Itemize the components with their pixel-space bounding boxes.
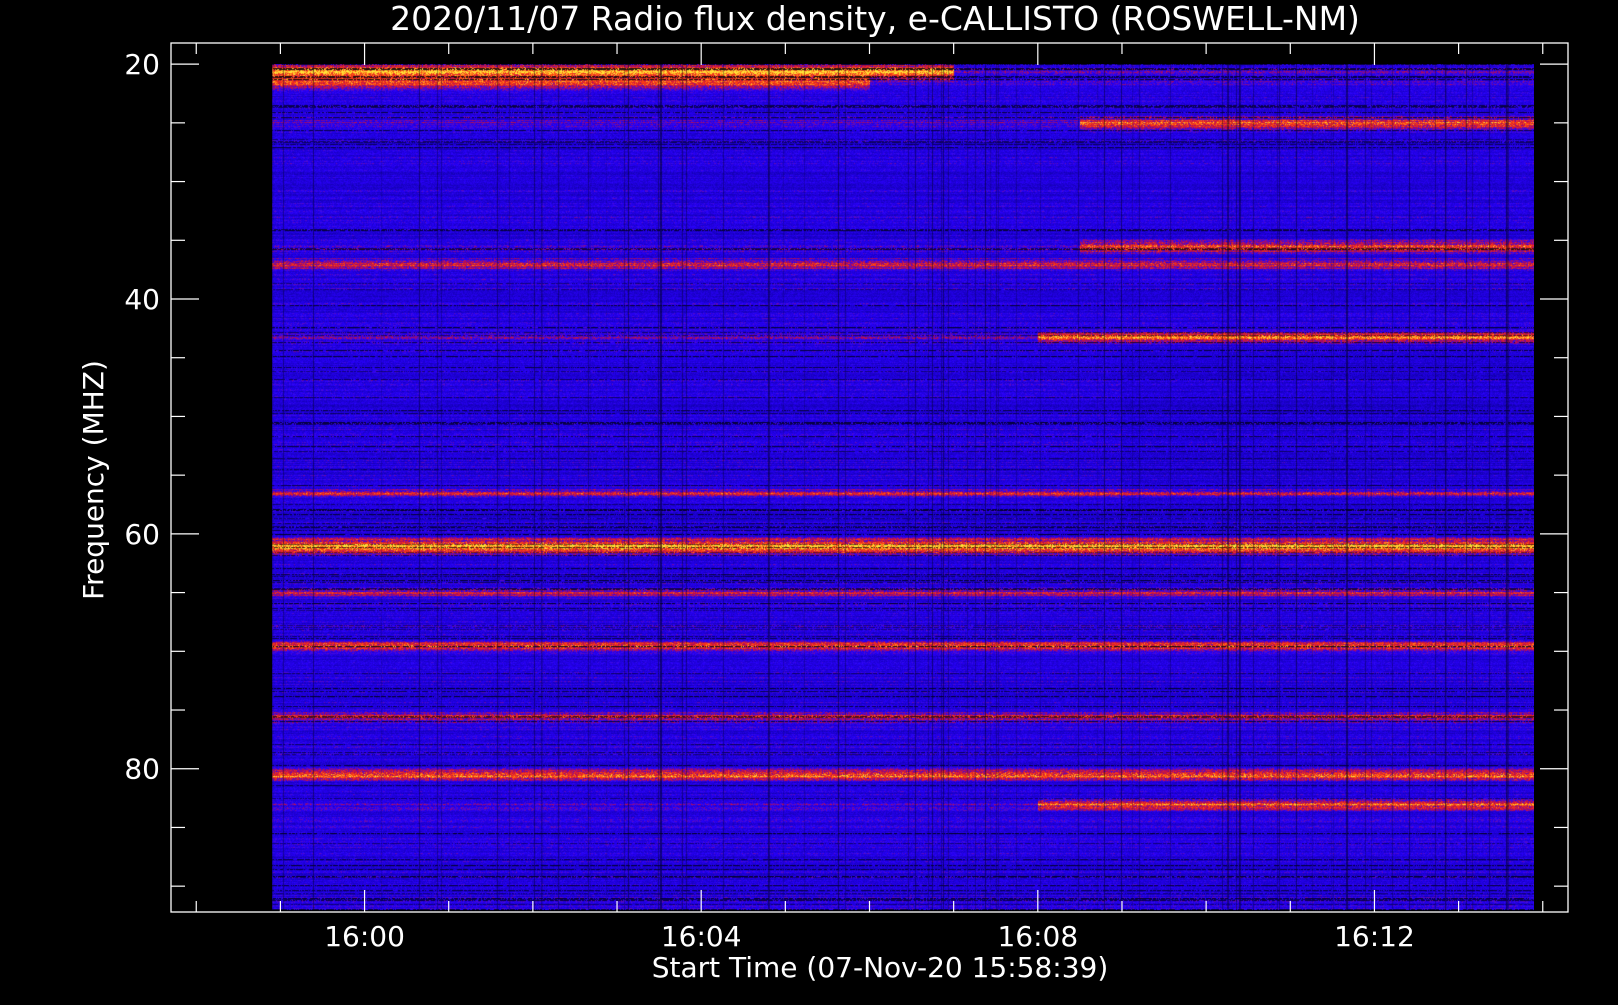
x-tick-label: 16:00: [324, 920, 405, 953]
y-tick-label: 80: [124, 753, 160, 786]
y-tick-label: 20: [124, 48, 160, 81]
y-tick-label: 60: [124, 518, 160, 551]
x-tick-label: 16:04: [661, 920, 742, 953]
chart-svg: 16:00 16:04 16:08 16:12 20 40 60 80 2020/11/07 …: [0, 0, 1618, 1000]
heatmap-image: [272, 64, 1534, 911]
x-axis-label: Start Time (07-Nov-20 15:58:39): [652, 951, 1109, 984]
y-tick-label: 40: [124, 283, 160, 316]
y-axis-label: Frequency (MHZ): [77, 360, 110, 600]
chart-title: 2020/11/07 Radio flux density, e-CALLIST…: [390, 0, 1360, 38]
spectrogram-chart: 16:00 16:04 16:08 16:12 20 40 60 80 2020/11/07 …: [0, 0, 1618, 1000]
x-tick-label: 16:08: [997, 920, 1078, 953]
x-tick-label: 16:12: [1334, 920, 1415, 953]
